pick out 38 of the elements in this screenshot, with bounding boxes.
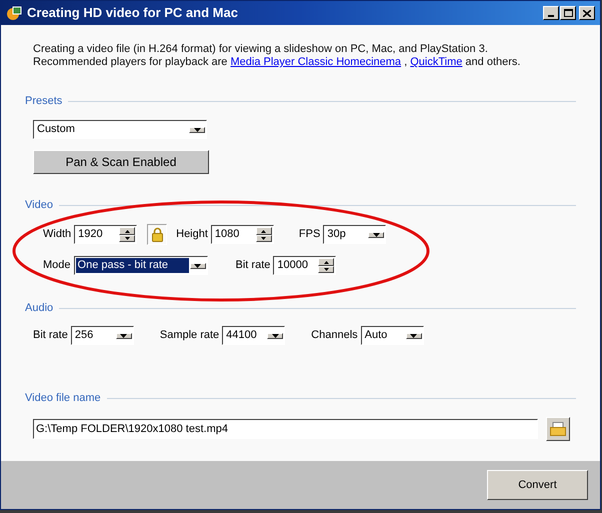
pan-scan-button[interactable]: Pan & Scan Enabled [33,150,209,174]
dropdown[interactable]: 44100 [222,326,286,345]
section-heading: Audio [25,302,54,315]
field-label: Bit rate [33,328,68,344]
spin-arrows-icon[interactable] [256,227,272,242]
spin-box[interactable]: 1080 [210,225,274,244]
file-path-field[interactable]: G:\Temp FOLDER\1920x1080 test.mp4 [33,419,538,439]
link[interactable]: QuickTime [410,56,462,68]
convert-button[interactable]: Convert [487,470,588,500]
close-button[interactable] [579,6,595,20]
spin-box[interactable]: 1920 [74,225,138,244]
description-text: Creating a video file (in H.264 format) for viewing a slideshow on PC, Mac, and PlayStation 3. Recommended players for playback are Media Player Classic Homecinema , QuickTime and others. [33,43,522,69]
field-label: Width [43,227,72,242]
field-label: Bit rate [236,258,270,274]
app-icon [6,5,22,21]
section-heading: Video [25,199,53,212]
field-label: Channels [311,328,358,344]
section-heading: Video file name [25,392,101,405]
window-title: Creating HD video for PC and Mac [27,4,239,22]
link[interactable]: Media Player Classic Homecinema [230,56,402,68]
dropdown[interactable]: Custom [33,120,207,139]
spin-arrows-icon[interactable] [318,258,334,273]
dropdown[interactable]: Auto [360,326,424,345]
spin-arrows-icon[interactable] [119,227,136,242]
lock-icon[interactable] [147,224,168,245]
field-label: FPS [298,227,320,242]
field-label: Sample rate [160,328,220,344]
field-label: Height [176,227,208,242]
dropdown[interactable]: 30p [323,225,386,244]
field-label: Mode [43,258,71,274]
close-icon [583,10,591,16]
browse-folder-button[interactable] [546,417,570,441]
section-heading: Presets [25,95,62,108]
minimize-button[interactable] [543,6,559,20]
dropdown[interactable]: 256 [70,326,134,345]
dropdown[interactable]: One pass - bit rate [74,256,208,275]
maximize-button[interactable] [560,6,576,20]
spin-box[interactable]: 10000 [273,256,336,275]
